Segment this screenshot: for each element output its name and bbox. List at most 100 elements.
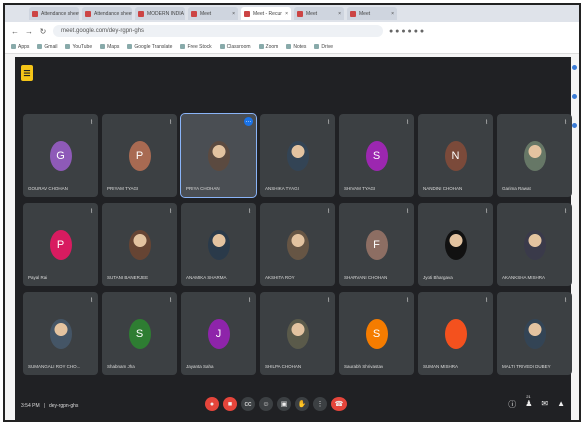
mic-off-icon[interactable]: ⌇	[406, 208, 409, 215]
browser-tab[interactable]: Meet - Recur ×	[241, 7, 291, 20]
browser-tab[interactable]: MODERN INDIA×	[135, 7, 185, 20]
address-bar-row: ← → ↻ meet.google.com/dey-rgpn-ghs ● ● ●…	[5, 22, 579, 40]
meet-window: ☰ ⌇ G GOURAV CHOHAN ⌇ P PRIYAM TYAGI … PRIYA CH…	[15, 57, 572, 420]
tab-label: Meet - Recur	[253, 10, 282, 17]
participant-tile[interactable]: ⌇ SHILPA CHOHAN	[260, 292, 335, 375]
mic-off-icon[interactable]: ⌇	[90, 208, 93, 215]
forward-icon[interactable]: →	[25, 27, 33, 36]
pin-icon[interactable]: …	[244, 117, 253, 126]
call-controls: ● ■ cc ☺ ▣ ✋ ⋮ ☎	[205, 397, 347, 411]
close-tab-icon[interactable]: ×	[285, 11, 288, 17]
people-icon[interactable]: ♟ 21	[525, 394, 532, 410]
participant-tile[interactable]: ⌇ S SHIVAM TYAGI	[339, 114, 414, 197]
bookmark-item[interactable]: Free Stock	[180, 43, 212, 50]
more-options-button[interactable]: ⋮	[313, 397, 327, 411]
participant-tile[interactable]: ⌇ P Payal Rai	[23, 203, 98, 286]
bookmark-item[interactable]: Google Translate	[127, 44, 172, 50]
browser-tab[interactable]: Meet ×	[347, 7, 397, 20]
bookmark-item[interactable]: Gmail	[37, 44, 57, 50]
participant-avatar: S	[365, 319, 388, 349]
participant-tile[interactable]: ⌇ ANAMIKA SHARMA	[181, 203, 256, 286]
bookmark-item[interactable]: Apps	[11, 44, 29, 50]
bookmark-item[interactable]: Maps	[100, 44, 119, 50]
bookmark-item[interactable]: Classroom	[219, 44, 251, 50]
meeting-details[interactable]: 3:54 PM | dey-rgpn-ghs	[21, 403, 78, 409]
participant-photo	[128, 230, 151, 260]
mic-off-icon[interactable]: ⌇	[564, 208, 567, 215]
mic-off-icon[interactable]: ⌇	[327, 297, 330, 304]
mic-off-icon[interactable]: ⌇	[485, 297, 488, 304]
mic-off-icon[interactable]: ⌇	[169, 297, 172, 304]
participant-name: Jayanta Saha	[186, 364, 214, 369]
close-tab-icon[interactable]: ×	[338, 11, 341, 17]
participant-name: ANSHIKA TYAGI	[265, 186, 299, 191]
end-call-button[interactable]: ☎	[331, 397, 347, 411]
mic-off-icon[interactable]: ⌇	[248, 297, 251, 304]
mic-off-icon[interactable]: ⌇	[406, 297, 409, 304]
participant-tile[interactable]: ⌇ Garima Rawat	[497, 114, 572, 197]
participant-tile[interactable]: ⌇ P PRIYAM TYAGI	[102, 114, 177, 197]
participant-tile[interactable]: ⌇ SUMANGALI ROY CHO...	[23, 292, 98, 375]
close-tab-icon[interactable]: ×	[232, 11, 235, 17]
participant-name: Saurabh Shrivastav	[344, 364, 384, 369]
browser-tab[interactable]: Attendance sheet×	[82, 7, 132, 20]
participant-tile[interactable]: ⌇ F SHARVANI CHOHAN	[339, 203, 414, 286]
mic-off-icon[interactable]: ⌇	[169, 119, 172, 126]
participant-tile[interactable]: ⌇ MALTI TRIVEDI DUBEY	[497, 292, 572, 375]
side-tasks-icon[interactable]	[572, 123, 577, 128]
browser-tab[interactable]: Meet ×	[188, 7, 238, 20]
info-icon[interactable]: ⓘ	[508, 399, 516, 410]
camera-button[interactable]: ■	[223, 397, 237, 411]
extensions-icons[interactable]: ● ● ● ● ● ●	[389, 28, 424, 35]
mic-off-icon[interactable]: ⌇	[90, 119, 93, 126]
reload-icon[interactable]: ↻	[39, 27, 47, 36]
bookmark-label: Drive	[321, 43, 334, 50]
mic-button[interactable]: ●	[205, 397, 219, 411]
bookmarks-bar: Apps Gmail YouTube Maps Google Translate Free…	[5, 40, 579, 54]
mic-off-icon[interactable]: ⌇	[564, 119, 567, 126]
mic-off-icon[interactable]: ⌇	[248, 208, 251, 215]
back-icon[interactable]: ←	[11, 27, 19, 36]
bookmark-item[interactable]: Zoom	[258, 44, 278, 50]
close-tab-icon[interactable]: ×	[391, 11, 394, 17]
emoji-button[interactable]: ☺	[259, 397, 273, 411]
participant-tile[interactable]: ⌇ SUMAN MISHRA	[418, 292, 493, 375]
present-button[interactable]: ▣	[277, 397, 291, 411]
mic-off-icon[interactable]: ⌇	[169, 208, 172, 215]
meeting-separator: |	[43, 403, 45, 409]
participant-tile[interactable]: ⌇ S Saurabh Shrivastav	[339, 292, 414, 375]
participant-tile[interactable]: ⌇ SUTANI BANERJEE	[102, 203, 177, 286]
chat-icon[interactable]: ✉	[541, 399, 548, 410]
participant-tile[interactable]: ⌇ Jyoti Bhargava	[418, 203, 493, 286]
browser-tab[interactable]: Meet ×	[294, 7, 344, 20]
browser-tab[interactable]: Attendance sheet×	[29, 7, 79, 20]
mic-off-icon[interactable]: ⌇	[327, 119, 330, 126]
mic-off-icon[interactable]: ⌇	[327, 208, 330, 215]
bookmark-icon	[286, 44, 292, 49]
participant-tile[interactable]: ⌇ N NANDINI CHOHAN	[418, 114, 493, 197]
participant-tile[interactable]: ⌇ J Jayanta Saha	[181, 292, 256, 375]
bookmark-item[interactable]: Notes	[286, 44, 306, 50]
bookmark-label: Free Stock	[187, 43, 212, 50]
participant-tile[interactable]: ⌇ S Shabnam Jha	[102, 292, 177, 375]
mic-off-icon[interactable]: ⌇	[90, 297, 93, 304]
mic-off-icon[interactable]: ⌇	[406, 119, 409, 126]
participant-tile[interactable]: ⌇ AKANKSHA MISHRA	[497, 203, 572, 286]
mic-off-icon[interactable]: ⌇	[485, 208, 488, 215]
activities-icon[interactable]: ▲	[557, 399, 565, 410]
url-field[interactable]: meet.google.com/dey-rgpn-ghs	[53, 25, 383, 37]
mic-off-icon[interactable]: ⌇	[564, 297, 567, 304]
participant-tile[interactable]: … PRIYA CHOHAN	[180, 113, 257, 198]
bookmark-item[interactable]: Drive	[314, 44, 333, 50]
side-keep-icon[interactable]	[572, 94, 577, 99]
raise-hand-button[interactable]: ✋	[295, 397, 309, 411]
captions-button[interactable]: cc	[241, 397, 255, 411]
mic-off-icon[interactable]: ⌇	[485, 119, 488, 126]
participant-count: 21	[526, 394, 531, 399]
side-calendar-icon[interactable]	[572, 65, 577, 70]
participant-tile[interactable]: ⌇ ANSHIKA TYAGI	[260, 114, 335, 197]
participant-tile[interactable]: ⌇ AKSHITA ROY	[260, 203, 335, 286]
participant-name: SHILPA CHOHAN	[265, 364, 302, 369]
bookmark-item[interactable]: YouTube	[65, 44, 92, 50]
participant-tile[interactable]: ⌇ G GOURAV CHOHAN	[23, 114, 98, 197]
